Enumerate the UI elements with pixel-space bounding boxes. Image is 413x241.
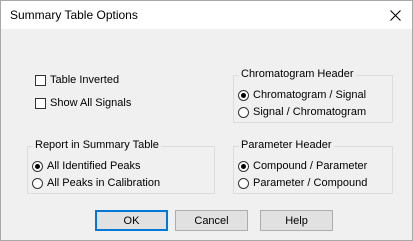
parameter-header-title: Parameter Header <box>239 139 334 151</box>
cancel-button[interactable]: Cancel <box>175 210 248 231</box>
summary-table-options-dialog: Summary Table Options Table Inverted Sho… <box>0 0 413 241</box>
title-bar: Summary Table Options <box>1 1 412 29</box>
show-all-signals-checkbox[interactable]: Show All Signals <box>35 97 131 109</box>
radio-signal-chromatogram[interactable]: Signal / Chromatogram <box>238 106 366 118</box>
report-in-summary-table-title: Report in Summary Table <box>33 139 161 151</box>
checkbox-box[interactable] <box>35 97 46 109</box>
radio-button[interactable] <box>238 106 249 118</box>
close-button[interactable] <box>378 1 412 29</box>
radio-button-selected[interactable] <box>32 160 43 172</box>
radio-label: All Identified Peaks <box>47 160 141 172</box>
radio-button-selected[interactable] <box>238 160 249 172</box>
show-all-signals-label: Show All Signals <box>50 97 132 109</box>
radio-button[interactable] <box>32 177 43 189</box>
dialog-title: Summary Table Options <box>10 8 138 22</box>
radio-button[interactable] <box>238 177 249 189</box>
radio-label: Signal / Chromatogram <box>253 106 367 118</box>
chromatogram-header-group: Chromatogram Header Chromatogram / Signa… <box>233 68 393 123</box>
radio-all-peaks-in-calibration[interactable]: All Peaks in Calibration <box>32 177 160 189</box>
parameter-header-group: Parameter Header Compound / Parameter Pa… <box>233 139 393 194</box>
help-button[interactable]: Help <box>260 210 333 231</box>
radio-label: Compound / Parameter <box>253 160 368 172</box>
table-inverted-checkbox[interactable]: Table Inverted <box>35 74 119 86</box>
radio-parameter-compound[interactable]: Parameter / Compound <box>238 177 367 189</box>
radio-label: All Peaks in Calibration <box>47 177 161 189</box>
table-inverted-label: Table Inverted <box>50 74 120 86</box>
chromatogram-header-title: Chromatogram Header <box>239 68 356 80</box>
radio-chromatogram-signal[interactable]: Chromatogram / Signal <box>238 89 366 101</box>
radio-label: Chromatogram / Signal <box>253 89 367 101</box>
report-in-summary-table-group: Report in Summary Table All Identified P… <box>27 139 215 194</box>
radio-all-identified-peaks[interactable]: All Identified Peaks <box>32 160 141 172</box>
radio-label: Parameter / Compound <box>253 177 368 189</box>
radio-compound-parameter[interactable]: Compound / Parameter <box>238 160 367 172</box>
radio-button-selected[interactable] <box>238 89 249 101</box>
close-icon <box>389 9 401 21</box>
checkbox-box[interactable] <box>35 74 46 86</box>
ok-button[interactable]: OK <box>95 210 168 231</box>
